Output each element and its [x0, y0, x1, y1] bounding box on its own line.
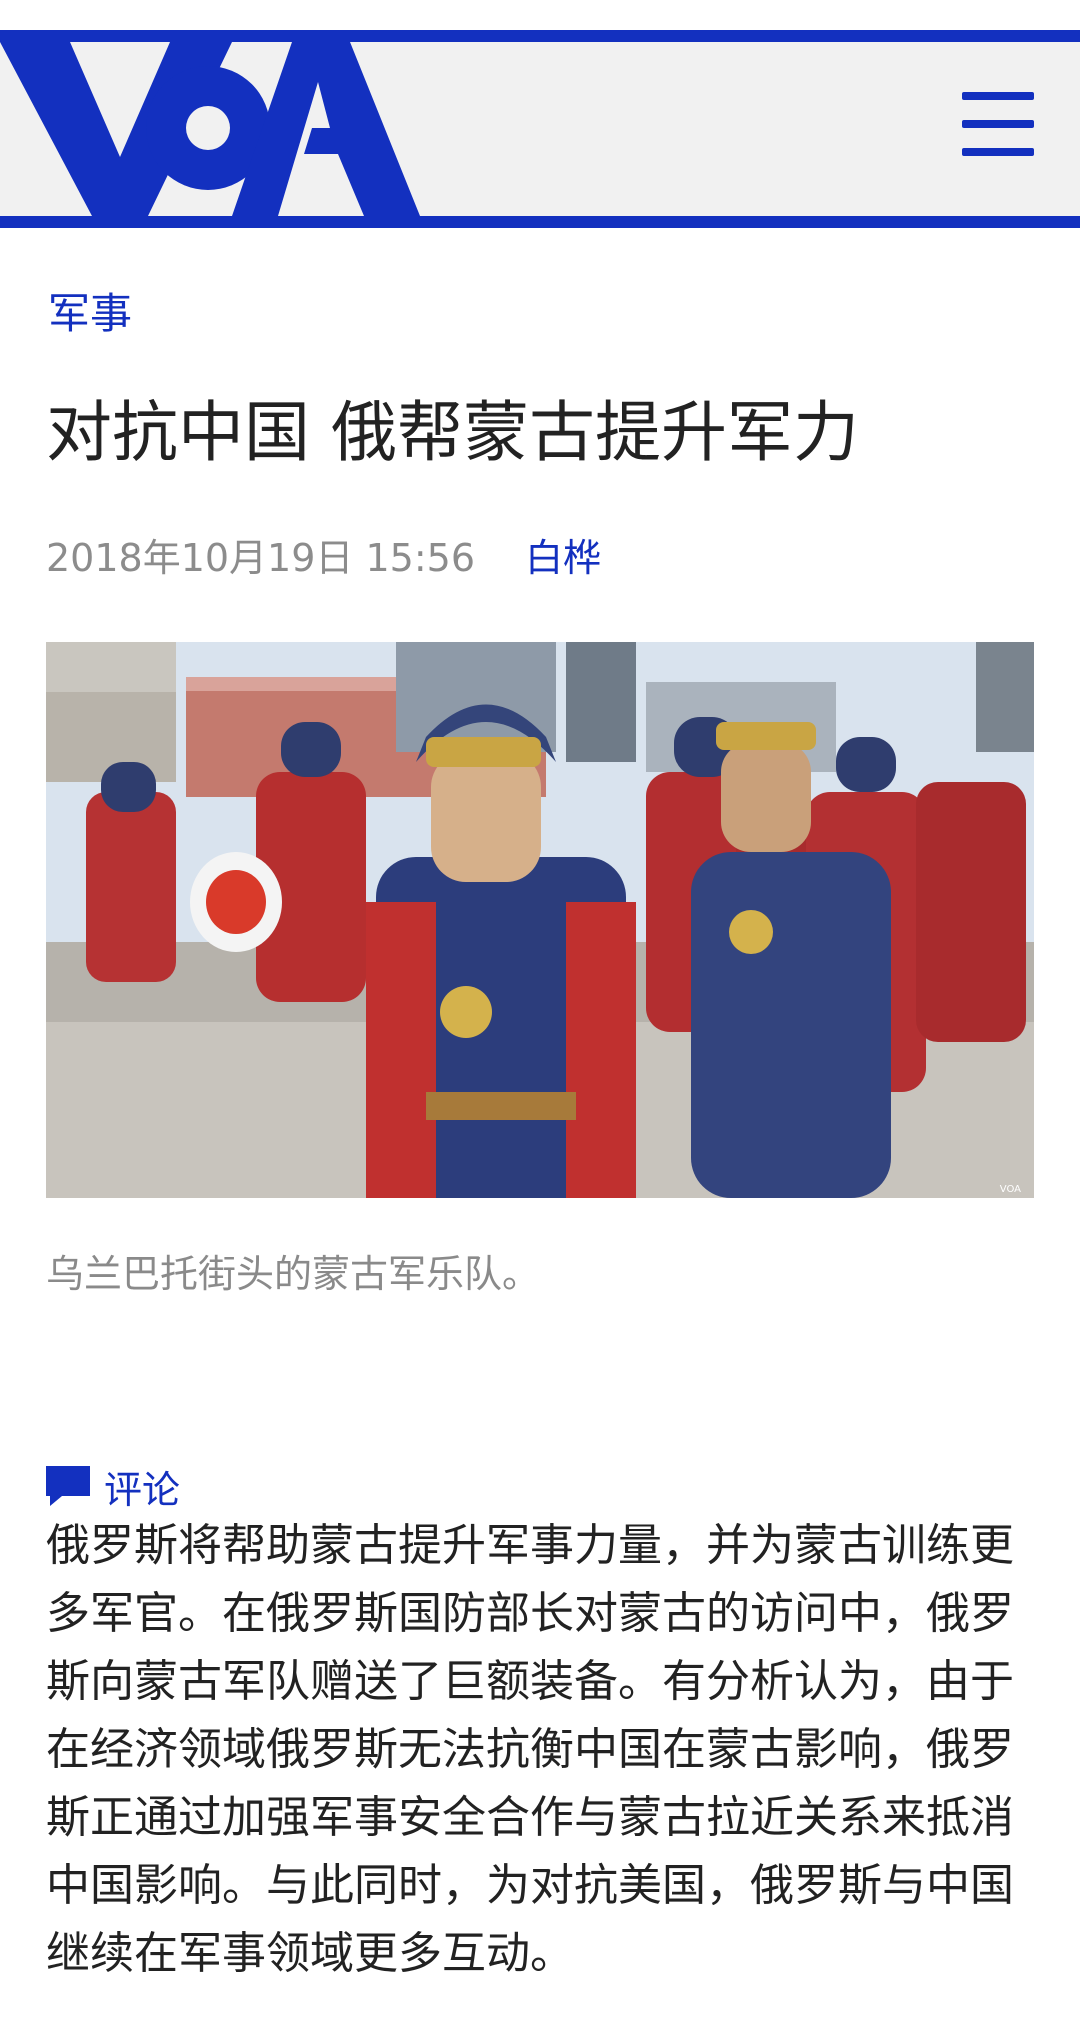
article-body: 俄罗斯将帮助蒙古提升军事力量，并为蒙古训练更多军官。在俄罗斯国防部长对蒙古的访问… [46, 1520, 1014, 1979]
author-link[interactable]: 白桦 [525, 536, 601, 580]
site-header [0, 30, 1080, 228]
photo-caption: 乌兰巴托街头的蒙古军乐队。 [46, 1252, 541, 1296]
article-title: 对抗中国 俄帮蒙古提升军力 [46, 394, 859, 471]
comments-label: 评论 [104, 1467, 181, 1512]
article-photo: VOA [46, 642, 1034, 1198]
military-band-photo: VOA [46, 642, 1034, 1198]
menu-line [962, 148, 1034, 156]
photo-watermark: VOA [1000, 1184, 1021, 1195]
category-link[interactable]: 军事 [48, 280, 132, 341]
menu-line [962, 120, 1034, 128]
menu-button[interactable] [962, 92, 1034, 158]
comments-link[interactable]: 评论 [46, 1462, 180, 1512]
article-meta: 2018年10月19日 15:56 白桦 [46, 534, 601, 582]
publish-date: 2018年10月19日 15:56 [46, 536, 476, 580]
voa-logo[interactable] [0, 42, 420, 216]
comment-bubble-icon [46, 1466, 90, 1506]
hamburger-menu-icon [962, 92, 1034, 100]
